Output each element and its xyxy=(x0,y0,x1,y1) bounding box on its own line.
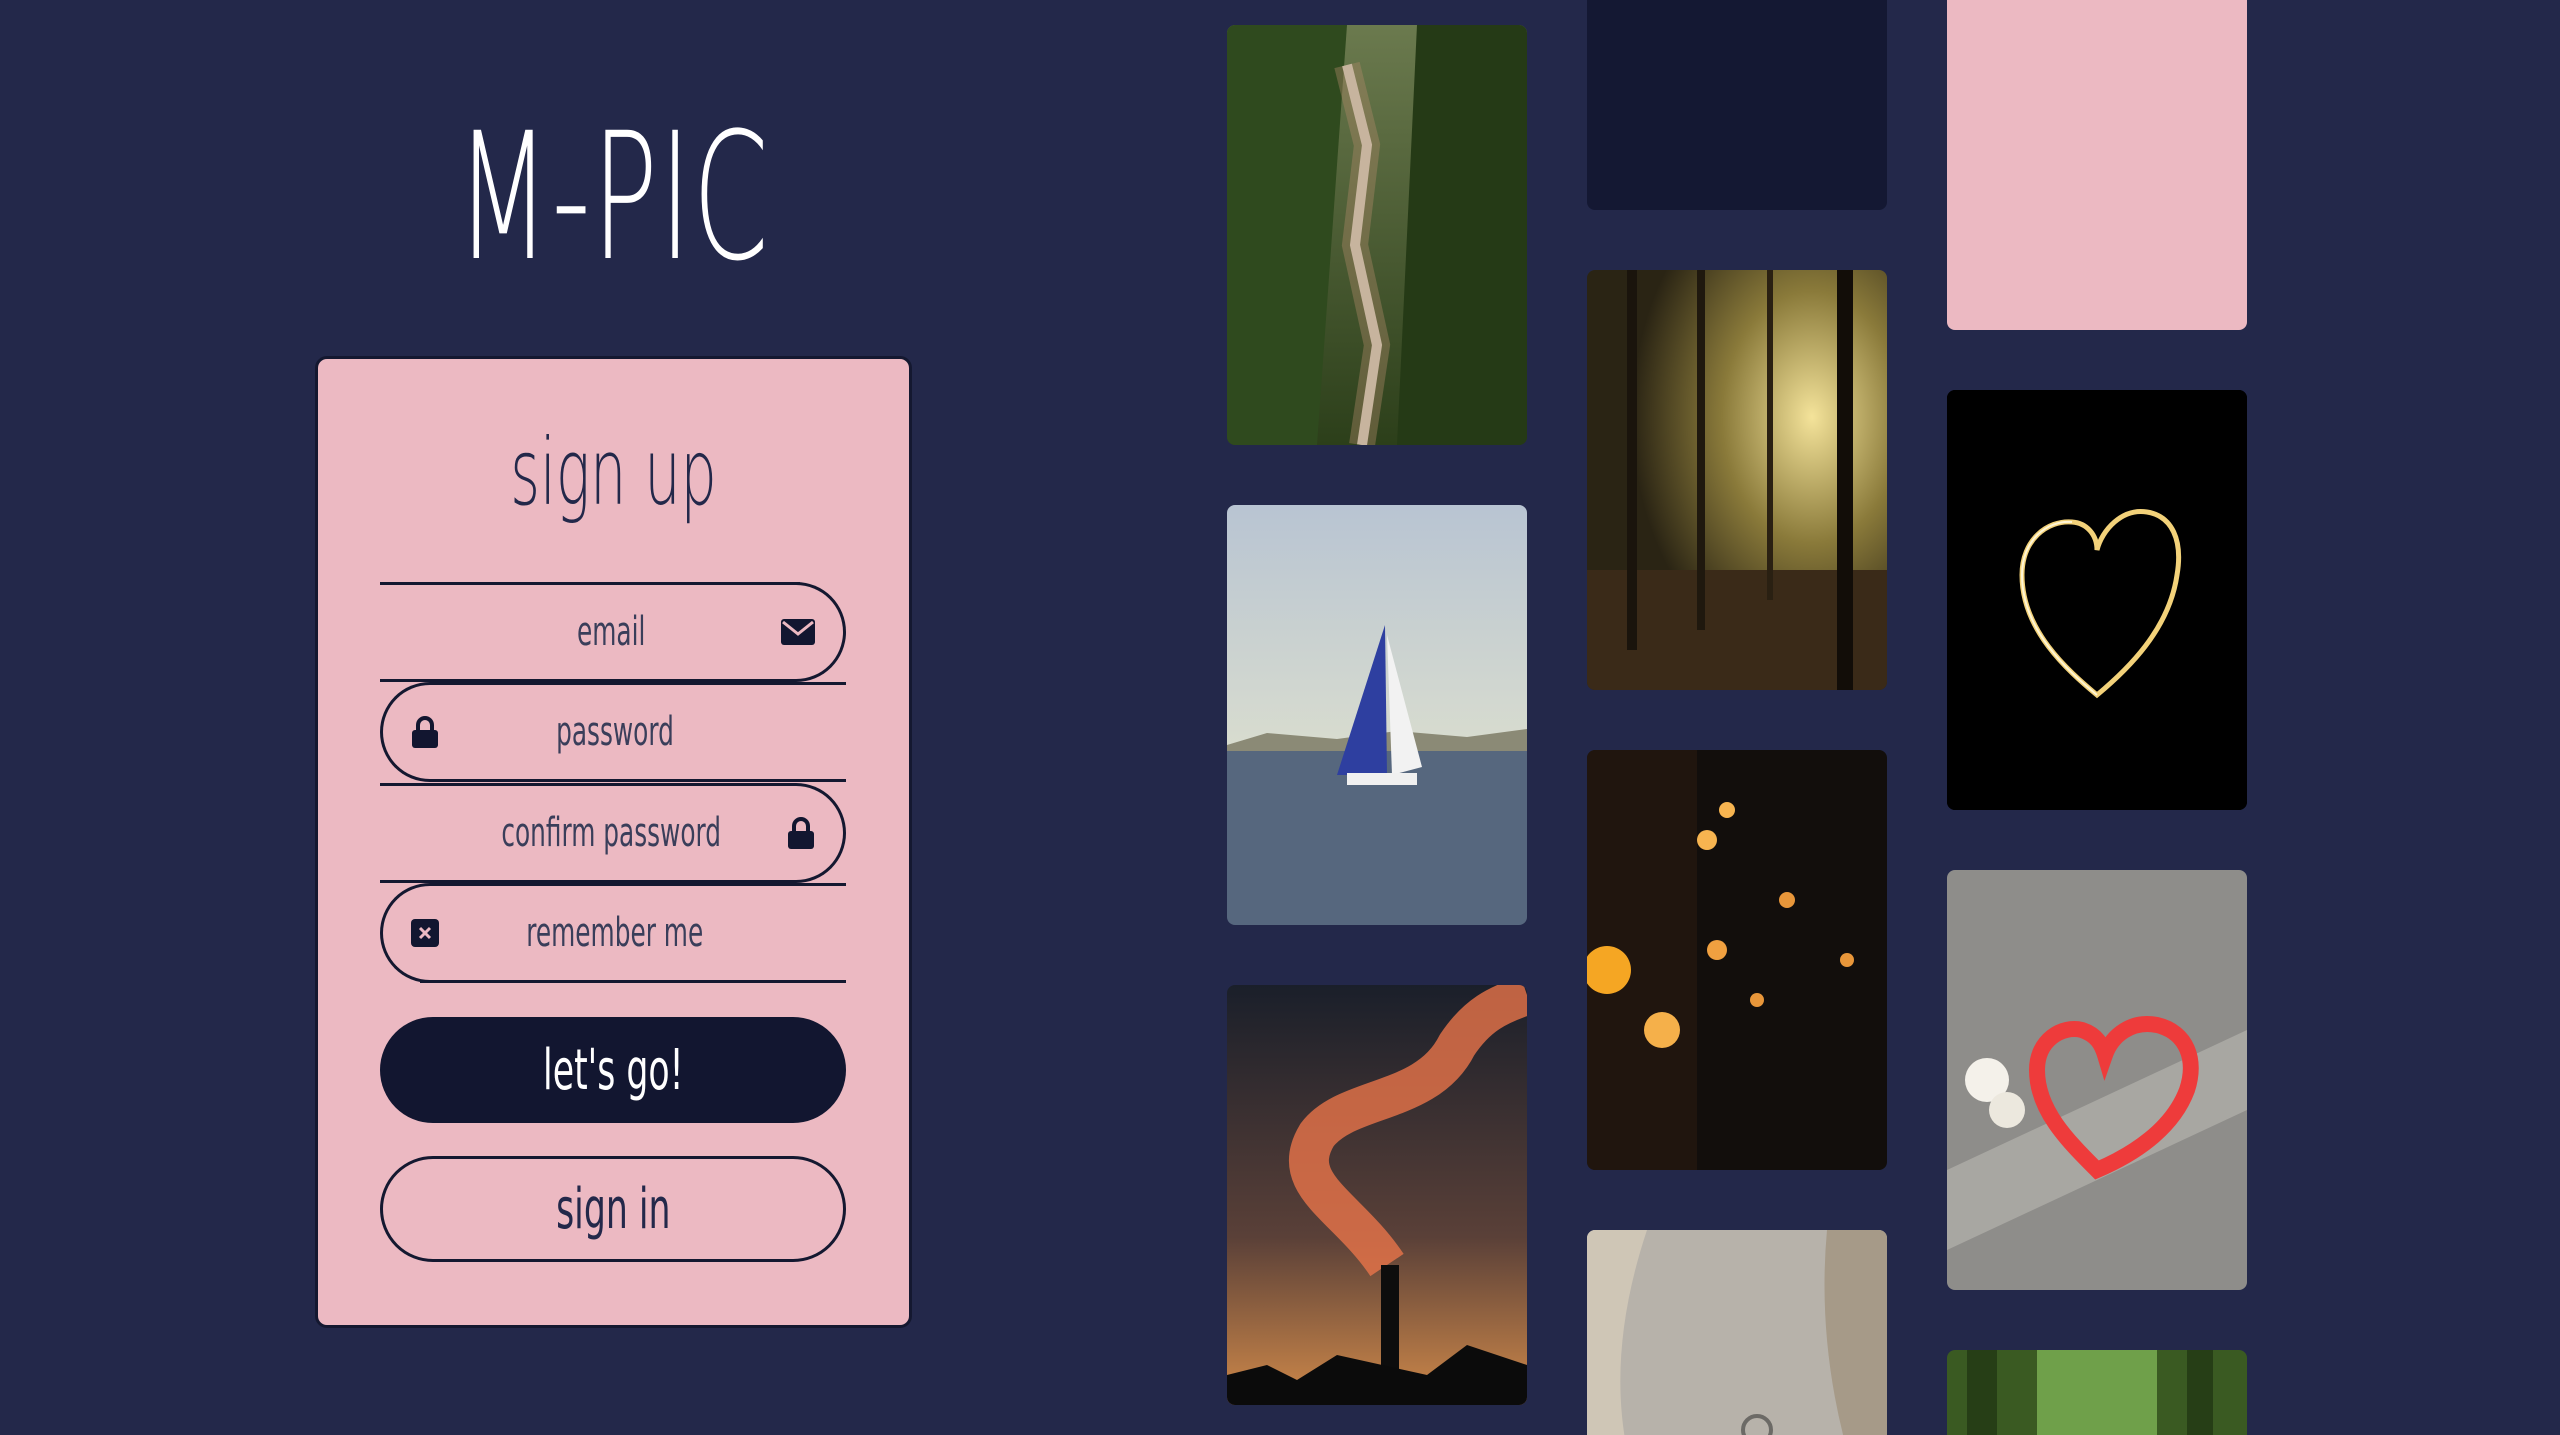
signup-title: sign up xyxy=(510,419,717,526)
chalk-heart-photo[interactable] xyxy=(1947,870,2247,1290)
confirm-password-placeholder: confirm password xyxy=(501,810,722,856)
light-heart-photo[interactable] xyxy=(1947,390,2247,810)
remember-me-toggle[interactable]: remember me xyxy=(380,883,846,983)
envelope-icon xyxy=(781,619,815,645)
sunlit-forest-photo[interactable] xyxy=(1587,270,1887,690)
password-placeholder: password xyxy=(555,709,674,755)
lock-icon xyxy=(788,817,814,849)
field-divider xyxy=(420,980,846,983)
sailboat-photo[interactable] xyxy=(1227,505,1527,925)
password-field[interactable]: password xyxy=(380,682,846,782)
submit-button[interactable]: let's go! xyxy=(380,1017,846,1123)
email-field[interactable]: email xyxy=(380,582,846,682)
green-forest-photo[interactable] xyxy=(1947,1350,2247,1435)
pink-placeholder-tile[interactable] xyxy=(1947,0,2247,330)
field-divider xyxy=(380,582,800,585)
email-placeholder: email xyxy=(577,609,646,655)
app-logo: M-PIC xyxy=(456,95,770,300)
signup-page: M-PIC sign up email password confirm pas… xyxy=(0,0,2560,1435)
string-lights-photo[interactable] xyxy=(1587,750,1887,1170)
submit-button-label: let's go! xyxy=(542,1037,684,1103)
sign-in-button-label: sign in xyxy=(555,1176,671,1242)
sign-in-button[interactable]: sign in xyxy=(380,1156,846,1262)
remember-me-label: remember me xyxy=(526,910,703,956)
dark-placeholder-tile[interactable] xyxy=(1587,0,1887,210)
lock-icon xyxy=(412,716,438,748)
waterfall-forest-photo[interactable] xyxy=(1227,25,1527,445)
confirm-password-field[interactable]: confirm password xyxy=(380,783,846,883)
smoke-chimney-sunset-photo[interactable] xyxy=(1227,985,1527,1405)
checkbox-x-icon[interactable] xyxy=(411,919,439,947)
stone-closeup-photo[interactable] xyxy=(1587,1230,1887,1435)
